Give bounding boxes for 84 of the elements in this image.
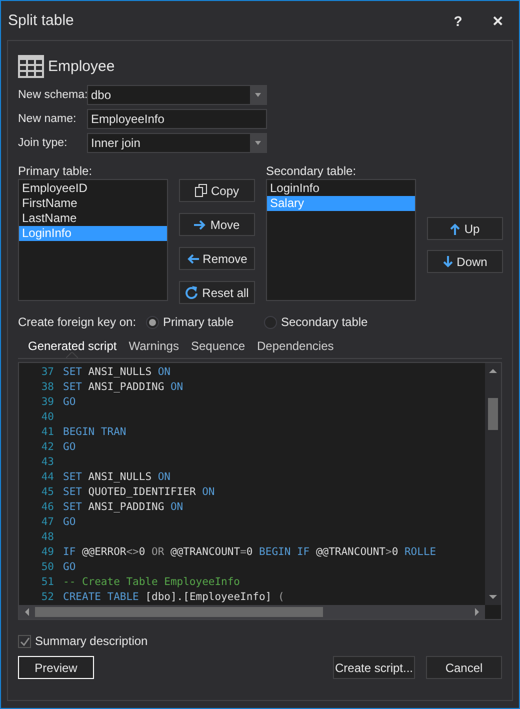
arrow-down-icon: [442, 256, 453, 268]
scroll-right-icon: [473, 608, 481, 616]
code-line: SET ANSI_NULLS ON: [63, 470, 170, 485]
scroll-left-icon: [23, 608, 31, 616]
line-number: 44: [40, 470, 55, 485]
right-button[interactable]: Move: [179, 213, 255, 236]
tab[interactable]: Generated script: [22, 337, 123, 358]
code-line: BEGIN TRAN: [63, 425, 126, 440]
radio-group-label: Create foreign key on:: [18, 315, 138, 329]
code-line: SET ANSI_PADDING ON: [63, 380, 184, 395]
list-item[interactable]: LastName: [19, 211, 167, 226]
dropdown-button[interactable]: [250, 134, 266, 152]
line-number: 37: [40, 365, 55, 380]
refresh-icon: [185, 286, 198, 299]
code-line: CREATE TABLE [dbo].[EmployeeInfo] (: [63, 590, 284, 605]
dropdown-field[interactable]: Inner join: [87, 133, 267, 153]
line-number: 46: [40, 500, 55, 515]
line-number: 52: [40, 590, 55, 605]
radio-label[interactable]: Primary table: [163, 315, 234, 329]
radio-button[interactable]: [146, 316, 159, 328]
list-item[interactable]: LoginInfo: [267, 181, 415, 196]
field-label: New schema:: [18, 89, 87, 101]
list-item[interactable]: EmployeeID: [19, 181, 167, 196]
code-line: GO: [63, 395, 76, 410]
text-field[interactable]: EmployeeInfo: [87, 109, 267, 129]
tab[interactable]: Warnings: [122, 337, 185, 358]
down-button[interactable]: Down: [427, 250, 503, 273]
dialog-button[interactable]: Create script...: [333, 656, 415, 679]
line-number: 47: [40, 515, 55, 530]
line-number: 42: [40, 440, 55, 455]
close-button[interactable]: ✕: [479, 6, 517, 36]
horizontal-scrollbar[interactable]: [19, 605, 485, 619]
scrollbar-thumb[interactable]: [488, 398, 498, 430]
code-line: GO: [63, 560, 76, 575]
table-name: Employee: [48, 58, 115, 74]
vertical-scrollbar[interactable]: [485, 363, 501, 605]
line-number: 49: [40, 545, 55, 560]
scroll-up-icon: [489, 367, 497, 375]
line-number: 41: [40, 425, 55, 440]
checkbox[interactable]: [18, 634, 31, 648]
scroll-down-icon: [489, 593, 497, 601]
tab[interactable]: Sequence: [184, 337, 252, 358]
checkbox-label[interactable]: Summary description: [35, 634, 148, 648]
tab[interactable]: Dependencies: [251, 337, 340, 358]
field-label: New name:: [18, 113, 78, 125]
window-title: Split table: [8, 12, 75, 29]
line-number: 50: [40, 560, 55, 575]
code-line: -- Create Table EmployeeInfo: [63, 575, 240, 590]
code-line: IF @@ERROR<>0 OR @@TRANCOUNT=0 BEGIN IF @@TRANCOUNT>0 ROLLE: [63, 545, 436, 560]
help-button[interactable]: ?: [439, 6, 477, 36]
arrow-left-icon: [186, 254, 199, 264]
dropdown-button[interactable]: [250, 86, 266, 104]
code-line: SET QUOTED_IDENTIFIER ON: [63, 485, 215, 500]
reset-button[interactable]: Reset all: [179, 281, 255, 304]
scrollbar-thumb[interactable]: [35, 607, 323, 617]
line-number: 39: [40, 395, 55, 410]
line-number: 43: [40, 455, 55, 470]
copy-icon: [194, 184, 207, 197]
line-number: 40: [40, 410, 55, 425]
copy-button[interactable]: Copy: [179, 179, 255, 202]
dropdown-field[interactable]: dbo: [87, 85, 267, 105]
radio-button[interactable]: [264, 316, 277, 328]
dialog-button[interactable]: Preview: [18, 656, 94, 679]
line-number: 38: [40, 380, 55, 395]
radio-label[interactable]: Secondary table: [281, 315, 368, 329]
line-number: 48: [40, 530, 55, 545]
line-number: 51: [40, 575, 55, 590]
code-line: SET ANSI_NULLS ON: [63, 365, 170, 380]
list-label: Secondary table:: [266, 164, 358, 179]
caret-down-icon: [254, 91, 262, 99]
code-line: GO: [63, 440, 76, 455]
code-line: GO: [63, 515, 76, 530]
arrow-right-icon: [194, 220, 206, 230]
arrow-up-icon: [450, 222, 460, 234]
line-number: 45: [40, 485, 55, 500]
table-icon: [18, 54, 44, 78]
left-button[interactable]: Remove: [179, 247, 255, 270]
list-label: Primary table:: [18, 164, 94, 179]
field-label: Join type:: [18, 137, 68, 149]
list-item[interactable]: FirstName: [19, 196, 167, 211]
up-button[interactable]: Up: [427, 217, 503, 240]
code-line: SET ANSI_PADDING ON: [63, 500, 184, 515]
caret-down-icon: [254, 139, 262, 147]
dialog-button[interactable]: Cancel: [426, 656, 502, 679]
